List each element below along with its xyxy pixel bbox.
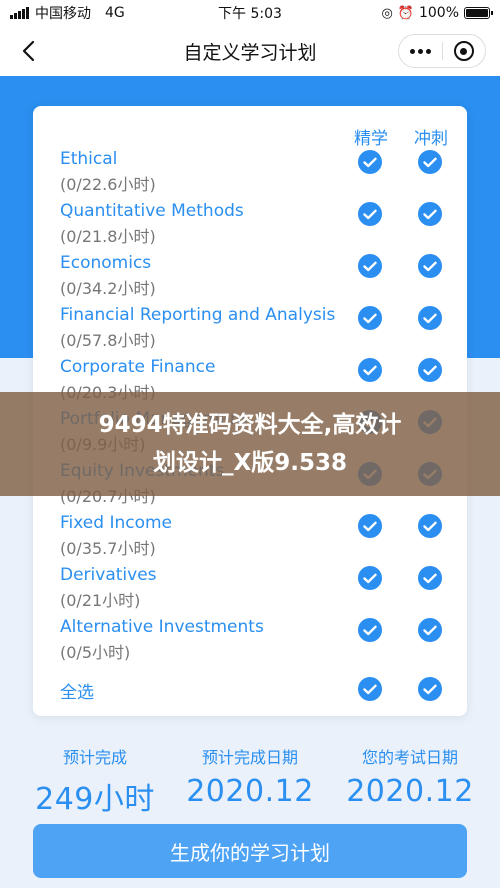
subject-row: Economics (0/34.2小时)	[60, 252, 360, 300]
subject-name: Quantitative Methods	[60, 201, 244, 221]
checkmark-icon	[363, 313, 377, 323]
checkbox-sprint[interactable]	[418, 254, 442, 278]
subject-hours: (0/57.8小时)	[60, 331, 156, 350]
checkmark-icon	[363, 261, 377, 271]
banner-line-1: 9494特准码资料大全,高效计	[98, 412, 402, 438]
status-bar: 中国移动 4G 下午 5:03 ◎ ⏰ 100%	[0, 0, 500, 26]
column-header-intensive: 精学	[354, 129, 388, 149]
subject-name: Corporate Finance	[60, 357, 216, 377]
checkmark-icon	[423, 261, 437, 271]
battery-icon	[464, 7, 493, 19]
back-button[interactable]	[14, 36, 42, 66]
subject-hours: (0/22.6小时)	[60, 175, 156, 194]
checkmark-icon	[423, 625, 437, 635]
subject-name: Financial Reporting and Analysis	[60, 305, 336, 325]
checkbox-sprint[interactable]	[418, 514, 442, 538]
subject-hours: (0/21小时)	[60, 591, 141, 610]
checkbox-intensive[interactable]	[358, 358, 382, 382]
select-all-checkbox-sprint[interactable]	[418, 677, 442, 701]
subject-name: Economics	[60, 253, 152, 273]
nav-bar: 自定义学习计划	[0, 26, 500, 76]
estimate-hours-value: 249小时	[35, 782, 155, 817]
carrier-label: 中国移动	[35, 6, 91, 22]
checkbox-intensive[interactable]	[358, 566, 382, 590]
exam-date-label: 您的考试日期	[361, 748, 458, 767]
subject-row: Ethical (0/22.6小时)	[60, 148, 360, 196]
finish-date-value: 2020.12	[186, 774, 314, 809]
finish-date-stat: 预计完成日期 2020.12	[175, 744, 325, 809]
checkbox-intensive[interactable]	[358, 202, 382, 226]
checkmark-icon	[363, 625, 377, 635]
subject-name: Alternative Investments	[60, 617, 264, 637]
checkmark-icon	[363, 573, 377, 583]
subject-hours: (0/34.2小时)	[60, 279, 156, 298]
subject-name: Derivatives	[60, 565, 157, 585]
checkbox-intensive[interactable]	[358, 514, 382, 538]
subject-row: Derivatives (0/21小时)	[60, 564, 360, 612]
checkbox-intensive[interactable]	[358, 150, 382, 174]
column-header-sprint: 冲刺	[414, 129, 448, 149]
subject-name: Fixed Income	[60, 513, 173, 533]
checkbox-sprint[interactable]	[418, 618, 442, 642]
checkbox-sprint[interactable]	[418, 306, 442, 330]
checkmark-icon	[423, 521, 437, 531]
finish-date-label: 预计完成日期	[201, 748, 298, 767]
target-icon	[453, 41, 474, 61]
subject-hours: (0/5小时)	[60, 643, 131, 662]
estimate-hours-label: 预计完成	[62, 748, 127, 767]
alarm-icon: ⏰	[397, 5, 414, 21]
battery-percent: 100%	[418, 5, 459, 21]
location-icon: ◎	[381, 5, 393, 21]
checkmark-icon	[363, 209, 377, 219]
banner-line-2: 划设计_X版9.538	[153, 450, 347, 476]
checkbox-intensive[interactable]	[358, 254, 382, 278]
overlay-banner: 9494特准码资料大全,高效计 划设计_X版9.538	[0, 392, 500, 496]
subject-name: Ethical	[60, 149, 118, 169]
more-icon	[409, 48, 431, 54]
network-label: 4G	[105, 5, 125, 21]
exam-date-value: 2020.12	[346, 774, 474, 809]
checkmark-icon	[423, 365, 437, 375]
generate-plan-button[interactable]: 生成你的学习计划	[33, 824, 467, 878]
subject-row: Fixed Income (0/35.7小时)	[60, 512, 360, 560]
checkmark-icon	[363, 157, 377, 167]
checkbox-sprint[interactable]	[418, 150, 442, 174]
checkbox-intensive[interactable]	[358, 306, 382, 330]
checkbox-sprint[interactable]	[418, 202, 442, 226]
checkmark-icon	[423, 209, 437, 219]
checkbox-intensive[interactable]	[358, 618, 382, 642]
checkmark-icon	[423, 157, 437, 167]
close-mini-program-button[interactable]	[443, 35, 486, 67]
checkmark-icon	[363, 365, 377, 375]
checkmark-icon	[423, 684, 437, 694]
subject-row: Financial Reporting and Analysis (0/57.8小…	[60, 304, 360, 352]
checkmark-icon	[363, 521, 377, 531]
checkmark-icon	[423, 313, 437, 323]
checkbox-sprint[interactable]	[418, 566, 442, 590]
estimate-hours-stat: 预计完成 249小时	[20, 744, 170, 818]
more-button[interactable]	[399, 35, 442, 67]
checkbox-sprint[interactable]	[418, 358, 442, 382]
select-all-checkbox-intensive[interactable]	[358, 677, 382, 701]
chevron-left-icon	[22, 40, 35, 62]
subject-row: Alternative Investments (0/5小时)	[60, 616, 360, 664]
signal-icon	[10, 7, 29, 19]
checkmark-icon	[423, 573, 437, 583]
subject-hours: (0/21.8小时)	[60, 227, 156, 246]
subject-hours: (0/35.7小时)	[60, 539, 156, 558]
checkmark-icon	[363, 684, 377, 694]
mini-program-capsule	[398, 34, 486, 68]
exam-date-stat[interactable]: 您的考试日期 2020.12	[335, 744, 485, 809]
subject-row: Quantitative Methods (0/21.8小时)	[60, 200, 360, 248]
select-all-label[interactable]: 全选	[60, 678, 94, 703]
